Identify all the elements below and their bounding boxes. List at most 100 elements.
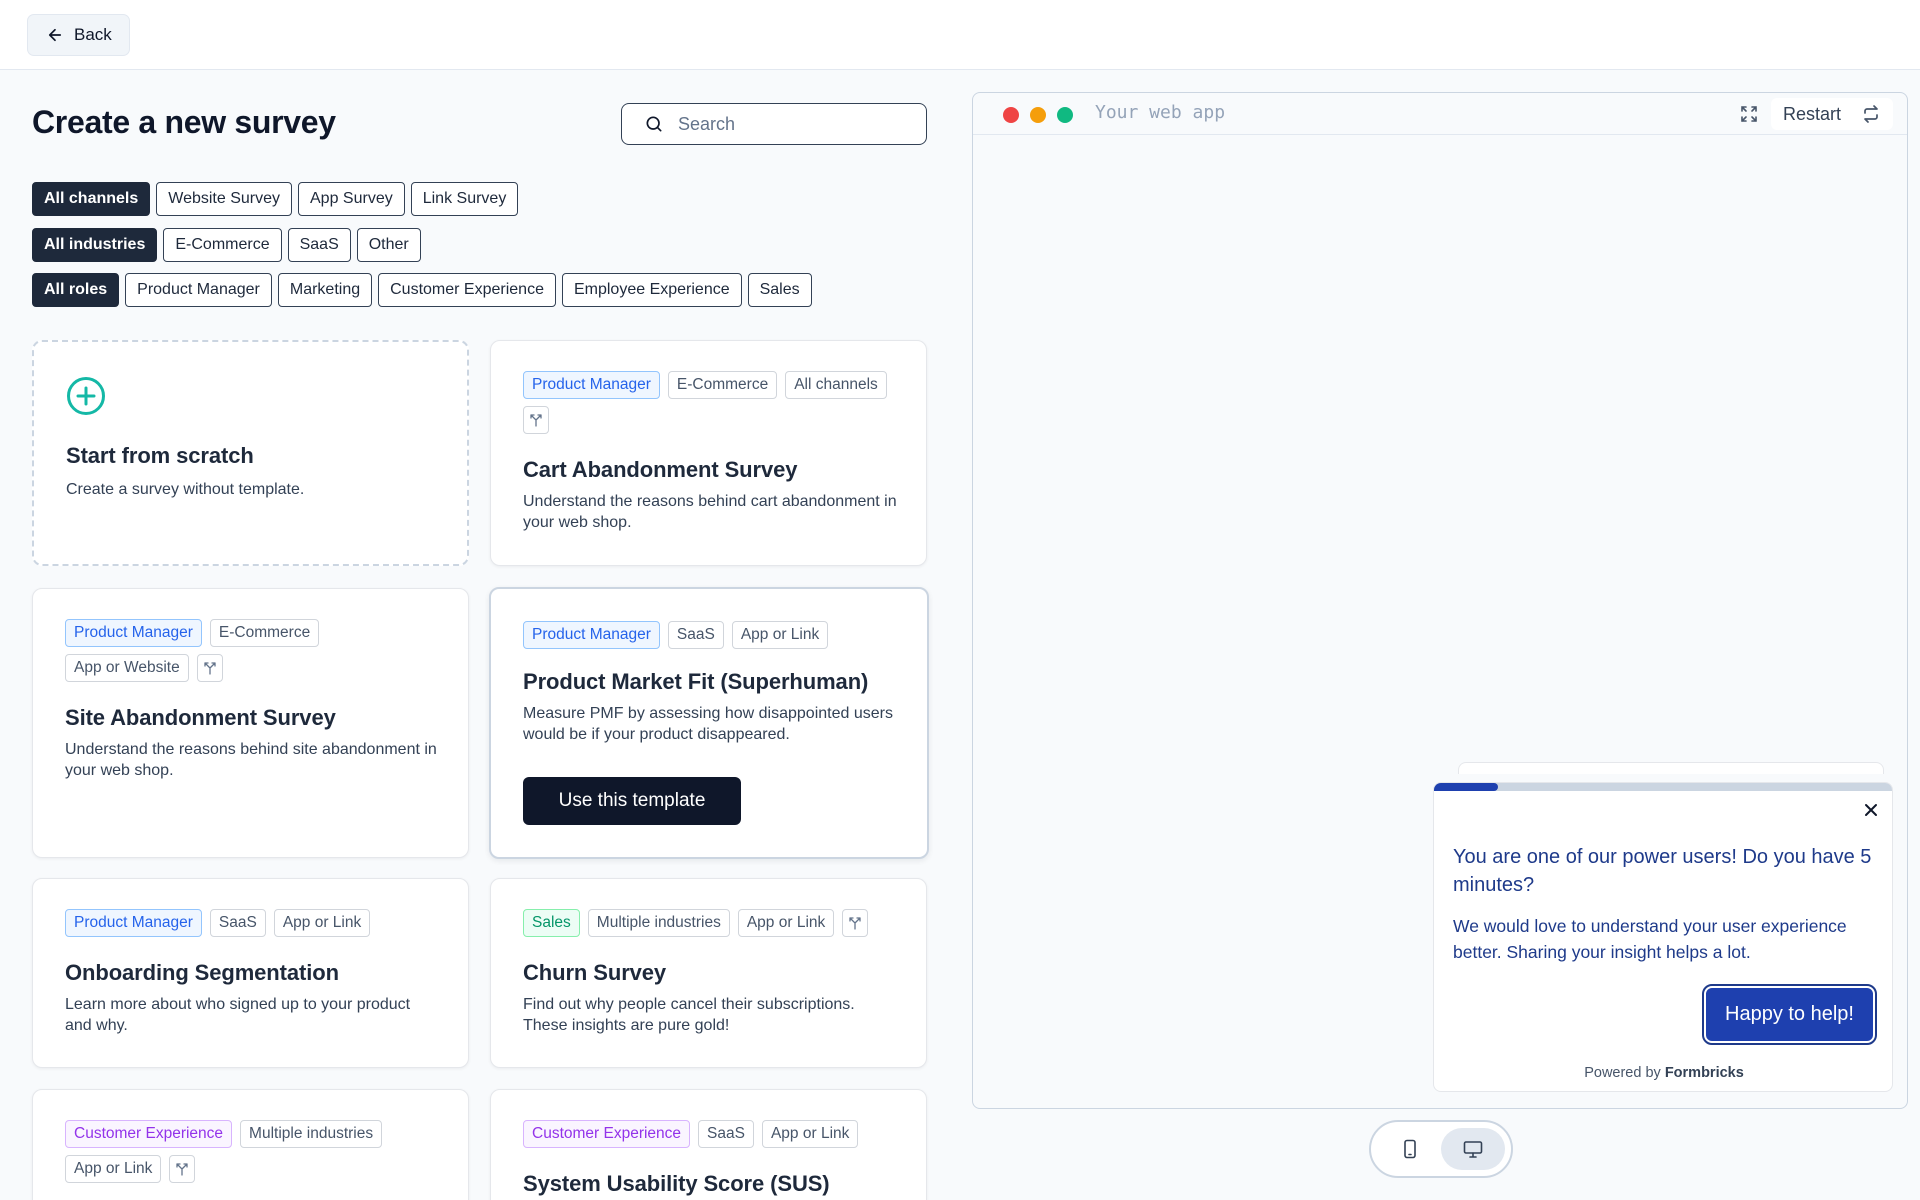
channel-tag: App or Link [65,1155,162,1183]
branch-icon [530,414,542,427]
role-tag: Product Manager [65,909,202,937]
template-description: Measure PMF by assessing how disappointe… [523,705,893,743]
template-description: Find out why people cancel their subscri… [523,996,855,1034]
channel-tag: App or Link [273,909,371,937]
template-title: Onboarding Segmentation [65,960,339,985]
industry-tag: SaaS [209,909,266,937]
search-input[interactable] [678,113,898,135]
filter-website-survey[interactable]: Website Survey [156,182,292,216]
role-tag: Product Manager [523,371,660,399]
filter-e-commerce[interactable]: E-Commerce [163,228,282,262]
powered-brand[interactable]: Formbricks [1665,1065,1744,1081]
template-card-site-abandonment[interactable]: Product Manager E-Commerce App or Websit… [32,588,469,858]
template-description: Understand the reasons behind cart aband… [523,493,897,531]
plus-circle-icon [67,377,105,415]
desktop-view-button[interactable] [1441,1128,1505,1170]
template-description: Understand the reasons behind site aband… [65,741,437,779]
device-toggle [1369,1120,1513,1178]
window-dot-green [1057,107,1073,123]
back-button[interactable]: Back [27,14,130,56]
scratch-description: Create a survey without template. [66,481,305,498]
filter-other[interactable]: Other [356,228,421,262]
filter-customer-experience[interactable]: Customer Experience [378,273,556,307]
tag-list: Product Manager E-Commerce App or Websit… [65,619,445,682]
search-box[interactable] [621,103,927,145]
monitor-icon [1463,1141,1483,1158]
template-card-churn-survey[interactable]: Sales Multiple industries App or Link Ch… [490,878,927,1068]
tag-list: Customer Experience SaaS App or Link [523,1120,903,1148]
branch-icon [204,662,216,675]
template-card-cx-multiple[interactable]: Customer Experience Multiple industries … [32,1089,469,1200]
powered-by: Powered by Formbricks [1434,1065,1892,1081]
channel-tag: App or Link [731,621,829,649]
branching-tag [196,654,223,682]
filter-all-channels[interactable]: All channels [32,182,151,216]
template-description: Learn more about who signed up to your p… [65,996,411,1034]
role-tag: Product Manager [523,621,660,649]
survey-headline: You are one of our power users! Do you h… [1453,846,1872,896]
scratch-title: Start from scratch [66,443,254,468]
use-template-button[interactable]: Use this template [523,777,741,825]
template-title: System Usability Score (SUS) [523,1171,830,1196]
industry-tag: Multiple industries [587,909,730,937]
top-bar: Back [0,0,1920,70]
filter-sales[interactable]: Sales [747,273,812,307]
branch-icon [176,1163,189,1176]
template-card-product-market-fit[interactable]: Product Manager SaaS App or Link Product… [489,587,929,859]
preview-app-label: Your web app [1095,102,1226,123]
page-title: Create a new survey [32,104,336,140]
tag-list: Sales Multiple industries App or Link [523,909,903,937]
channel-tag: All channels [785,371,887,399]
filter-employee-experience[interactable]: Employee Experience [561,273,742,307]
restart-button[interactable]: Restart [1771,98,1894,130]
tag-list: Product Manager E-Commerce All channels [523,371,903,434]
tag-list: Product Manager SaaS App or Link [523,621,903,649]
template-card-cart-abandonment[interactable]: Product Manager E-Commerce All channels … [490,340,927,566]
role-tag: Product Manager [65,619,202,647]
back-label: Back [74,25,112,44]
tag-list: Customer Experience Multiple industries … [65,1120,445,1183]
expand-icon[interactable] [1739,104,1759,124]
template-title: Cart Abandonment Survey [523,457,798,482]
filter-marketing[interactable]: Marketing [277,273,373,307]
template-card-onboarding-segmentation[interactable]: Product Manager SaaS App or Link Onboard… [32,878,469,1068]
branching-tag [842,909,869,937]
filter-product-manager[interactable]: Product Manager [125,273,272,307]
window-dot-red [1003,107,1019,123]
window-dot-yellow [1030,107,1046,123]
branch-icon [849,917,861,930]
filter-saas[interactable]: SaaS [287,228,351,262]
filter-all-industries[interactable]: All industries [32,228,158,262]
industry-tag: E-Commerce [209,619,320,647]
survey-subheader: We would love to understand your user ex… [1453,916,1847,962]
channel-tag: App or Website [65,654,189,682]
start-from-scratch-card[interactable]: Start from scratch Create a survey witho… [32,340,469,566]
close-icon[interactable] [1862,801,1880,819]
survey-preview: Your web app Restart You are one of our … [972,92,1908,1109]
industry-filters: All industries E-Commerce SaaS Other [32,228,421,262]
role-tag: Customer Experience [65,1120,233,1148]
branching-tag [523,406,549,434]
role-filters: All roles Product Manager Marketing Cust… [32,273,812,307]
channel-tag: App or Link [737,909,835,937]
survey-modal: You are one of our power users! Do you h… [1433,782,1893,1092]
filter-all-roles[interactable]: All roles [32,273,120,307]
industry-tag: E-Commerce [667,371,778,399]
happy-to-help-button[interactable]: Happy to help! [1702,984,1877,1045]
channel-tag: App or Link [761,1120,859,1148]
filter-app-survey[interactable]: App Survey [298,182,405,216]
survey-progress-fill [1434,783,1499,791]
filter-link-survey[interactable]: Link Survey [410,182,519,216]
branching-tag [169,1155,196,1183]
preview-toolbar: Your web app Restart [973,93,1907,135]
template-title: Product Market Fit (Superhuman) [523,669,869,694]
powered-prefix: Powered by [1584,1065,1661,1081]
industry-tag: SaaS [698,1120,754,1148]
mobile-view-button[interactable] [1378,1128,1442,1170]
template-card-system-usability-score[interactable]: Customer Experience SaaS App or Link Sys… [490,1089,927,1200]
arrow-left-icon [48,28,62,42]
template-title: Site Abandonment Survey [65,705,336,730]
survey-card-stack [1458,762,1884,774]
refresh-icon [1864,105,1878,123]
industry-tag: SaaS [667,621,724,649]
